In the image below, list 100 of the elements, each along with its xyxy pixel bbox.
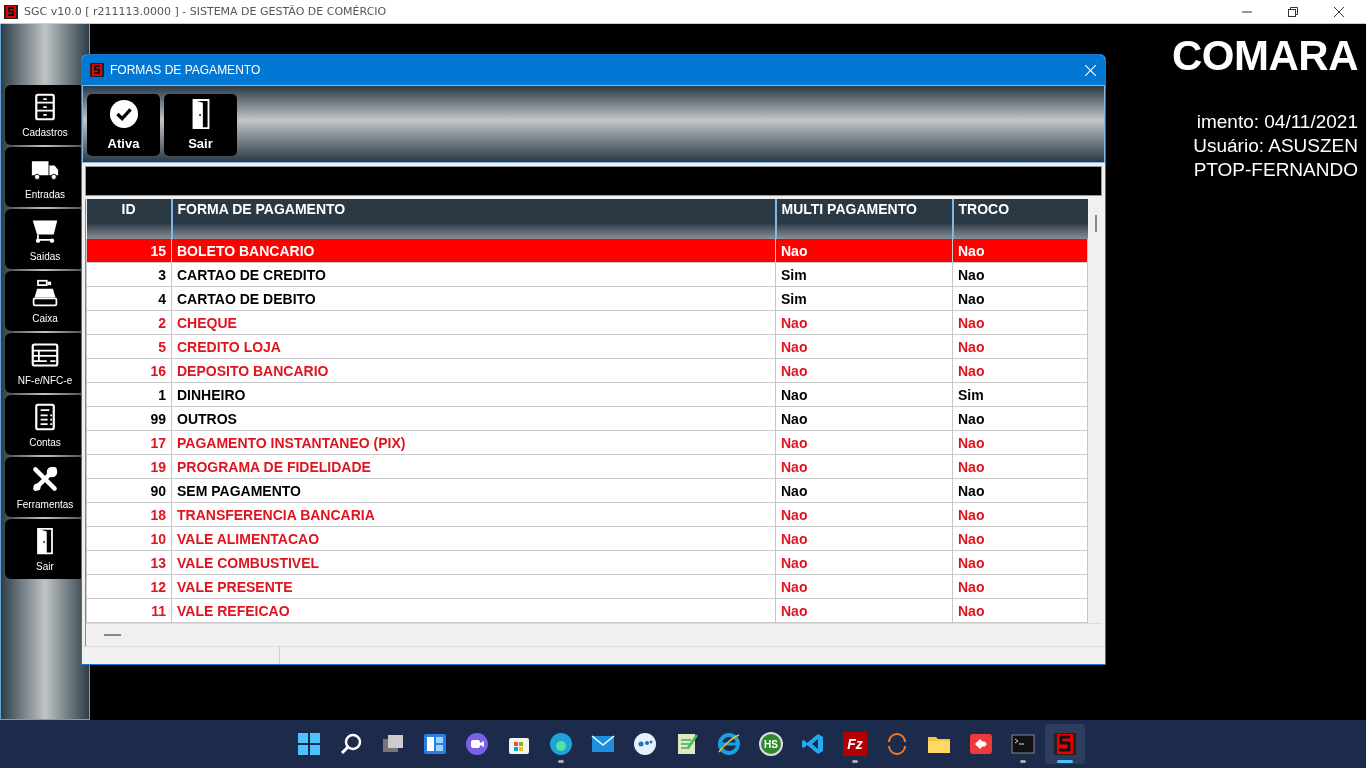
table-cell: VALE ALIMENTACAO bbox=[171, 526, 776, 551]
table-cell: 4 bbox=[86, 286, 172, 311]
table-cell: Nao bbox=[952, 262, 1088, 287]
start-icon bbox=[297, 732, 321, 756]
dialog-title: FORMAS DE PAGAMENTO bbox=[110, 63, 261, 77]
table-cell: 12 bbox=[86, 574, 172, 599]
dots-icon bbox=[633, 732, 657, 756]
taskbar-button[interactable]: Fz bbox=[835, 724, 875, 764]
toolbar-button[interactable]: Ativa bbox=[87, 94, 160, 156]
table-cell: 11 bbox=[86, 598, 172, 623]
maximize-icon[interactable] bbox=[1288, 6, 1298, 17]
table-cell: Nao bbox=[952, 310, 1088, 335]
app-icon: Fz bbox=[843, 732, 867, 756]
table-cell: 99 bbox=[86, 406, 172, 431]
table-cell: 19 bbox=[86, 454, 172, 479]
window-title: SGC v10.0 [ r211113.0000 ] - SISTEMA DE GESTÃO DE COMÉRCIO bbox=[24, 5, 387, 18]
filter-field[interactable] bbox=[85, 166, 1102, 196]
taskbar-button[interactable]: HS bbox=[751, 724, 791, 764]
terminal-icon bbox=[1011, 732, 1035, 756]
table-row[interactable]: 4 CARTAO DE DEBITO Sim Nao bbox=[86, 286, 1088, 311]
table-cell: 18 bbox=[86, 502, 172, 527]
code-editor-icon bbox=[801, 732, 825, 756]
table-row[interactable]: 3 CARTAO DE CREDITO Sim Nao bbox=[86, 262, 1088, 287]
table-cell: DINHEIRO bbox=[171, 382, 776, 407]
table-cell: Nao bbox=[775, 406, 953, 431]
table-row[interactable]: 90 SEM PAGAMENTO Nao Nao bbox=[86, 478, 1088, 503]
sync-icon bbox=[885, 732, 909, 756]
table-cell: Nao bbox=[952, 334, 1088, 359]
table-cell: Nao bbox=[775, 310, 953, 335]
table-cell: Nao bbox=[775, 239, 953, 263]
table-cell: VALE REFEICAO bbox=[171, 598, 776, 623]
search-icon bbox=[339, 732, 363, 756]
toolbar-button[interactable]: Sair bbox=[164, 94, 237, 156]
browser-icon bbox=[549, 732, 573, 756]
table-cell: Nao bbox=[775, 598, 953, 623]
table-cell: Nao bbox=[775, 358, 953, 383]
table-cell: 5 bbox=[86, 334, 172, 359]
table-cell: 15 bbox=[86, 239, 172, 263]
table-cell: 16 bbox=[86, 358, 172, 383]
table-cell: 13 bbox=[86, 550, 172, 575]
table-cell: 2 bbox=[86, 310, 172, 335]
app-logo-icon bbox=[90, 63, 104, 77]
table-cell: Nao bbox=[775, 478, 953, 503]
column-header[interactable]: ID bbox=[86, 199, 172, 239]
table-cell: Sim bbox=[775, 286, 953, 311]
table-cell: CREDITO LOJA bbox=[171, 334, 776, 359]
table-cell: CARTAO DE CREDITO bbox=[171, 262, 776, 287]
column-header[interactable]: FORMA DE PAGAMENTO bbox=[171, 199, 776, 239]
app-icon bbox=[1053, 732, 1077, 756]
table-cell: Nao bbox=[952, 406, 1088, 431]
table-cell: CHEQUE bbox=[171, 310, 776, 335]
table-cell: Nao bbox=[775, 382, 953, 407]
table-cell: Nao bbox=[952, 574, 1088, 599]
table-cell: Sim bbox=[775, 262, 953, 287]
tools-icon bbox=[31, 464, 59, 493]
table-cell: Nao bbox=[952, 454, 1088, 479]
table-cell: BOLETO BANCARIO bbox=[171, 239, 776, 263]
table-cell: 3 bbox=[86, 262, 172, 287]
table-cell: DEPOSITO BANCARIO bbox=[171, 358, 776, 383]
table-cell: VALE COMBUSTIVEL bbox=[171, 550, 776, 575]
table-cell: Nao bbox=[775, 574, 953, 599]
table-cell: 90 bbox=[86, 478, 172, 503]
session-info: PTOP-FERNANDO bbox=[1193, 158, 1358, 182]
session-info: Usuário: ASUSZEN bbox=[1193, 134, 1358, 158]
table-cell: Nao bbox=[952, 502, 1088, 527]
close-icon[interactable] bbox=[1334, 6, 1344, 17]
form-icon bbox=[31, 340, 59, 369]
session-info: imento: 04/11/2021 bbox=[1196, 110, 1358, 134]
table-cell: VALE PRESENTE bbox=[171, 574, 776, 599]
table-cell: Nao bbox=[952, 598, 1088, 623]
column-header[interactable]: TROCO bbox=[952, 199, 1088, 239]
table-cell: SEM PAGAMENTO bbox=[171, 478, 776, 503]
table-cell: Nao bbox=[952, 550, 1088, 575]
chat-icon bbox=[465, 732, 489, 756]
app-logo-icon bbox=[4, 4, 18, 19]
table-cell: PAGAMENTO INSTANTANEO (PIX) bbox=[171, 430, 776, 455]
table-cell: Nao bbox=[952, 239, 1088, 263]
table-cell: 17 bbox=[86, 430, 172, 455]
table-row[interactable]: 99 OUTROS Nao Nao bbox=[86, 406, 1088, 431]
table-cell: PROGRAMA DE FIDELIDADE bbox=[171, 454, 776, 479]
table-cell: Nao bbox=[775, 502, 953, 527]
table-cell: Nao bbox=[952, 286, 1088, 311]
table-cell: Nao bbox=[775, 454, 953, 479]
browser-icon bbox=[717, 732, 741, 756]
table-cell: OUTROS bbox=[171, 406, 776, 431]
table-cell: Nao bbox=[952, 478, 1088, 503]
table-cell: 1 bbox=[86, 382, 172, 407]
app-icon: HS bbox=[759, 732, 783, 756]
table-cell: Nao bbox=[775, 430, 953, 455]
table-cell: Nao bbox=[775, 334, 953, 359]
column-header[interactable]: MULTI PAGAMENTO bbox=[775, 199, 953, 239]
table-cell: Nao bbox=[952, 526, 1088, 551]
notepad-icon bbox=[675, 732, 699, 756]
table-row[interactable]: 1 DINHEIRO Nao Sim bbox=[86, 382, 1088, 407]
table-cell: CARTAO DE DEBITO bbox=[171, 286, 776, 311]
taskbar-button[interactable] bbox=[1045, 724, 1085, 764]
table-cell: TRANSFERENCIA BANCARIA bbox=[171, 502, 776, 527]
table-cell: Nao bbox=[775, 526, 953, 551]
table-cell: Nao bbox=[952, 430, 1088, 455]
widgets-icon bbox=[423, 732, 447, 756]
